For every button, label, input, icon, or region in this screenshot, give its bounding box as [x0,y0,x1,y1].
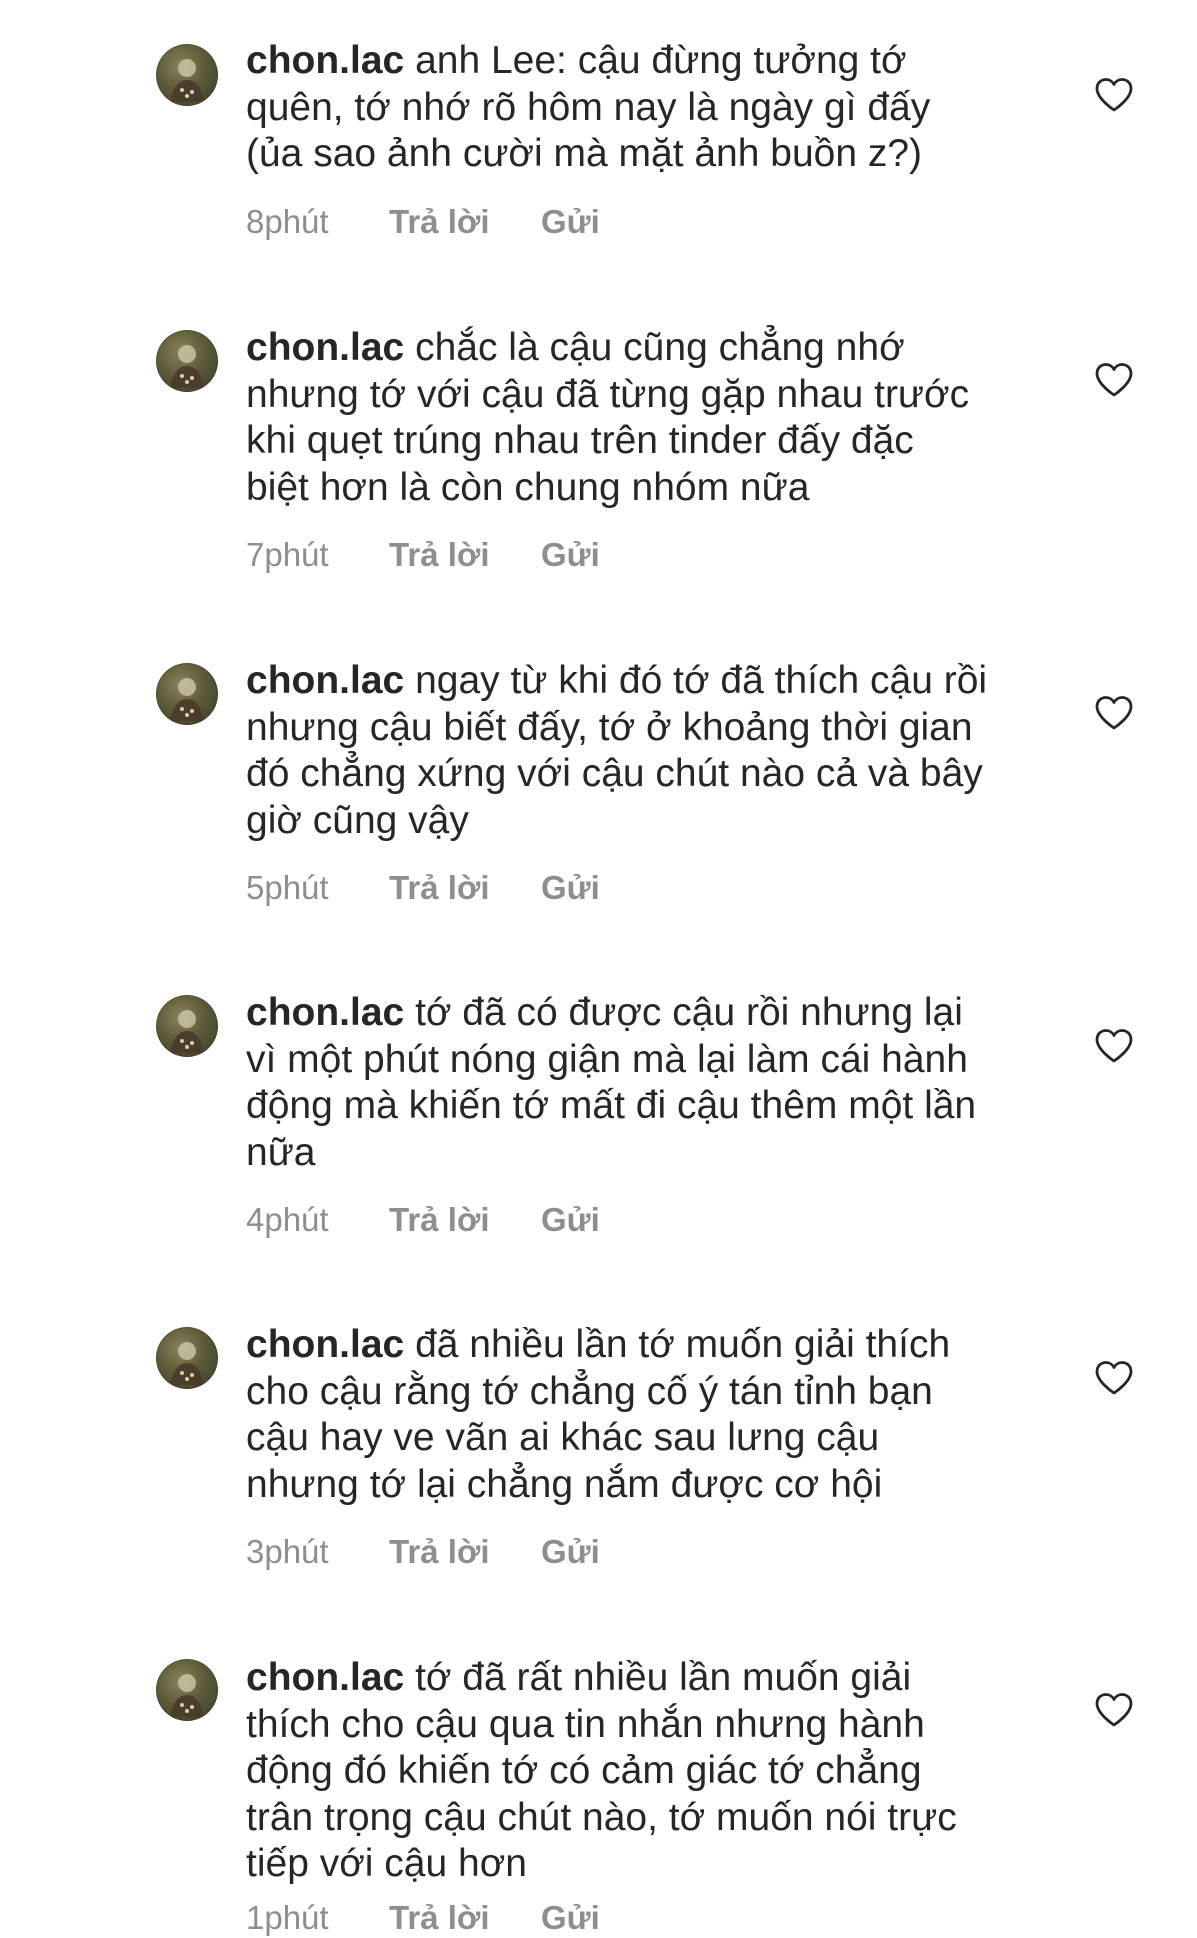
comment-line: trân trọng cậu chút nào, tớ muốn nói trự… [246,1795,957,1839]
comment-text: chon.lac anh Lee: cậu đừng tưởng tớ quên,… [246,38,1046,178]
avatar-photo-icon [170,345,204,388]
comment-username[interactable]: chon.lac [246,991,404,1034]
comment-line: tớ đã rất nhiều lần muốn giải [415,1656,912,1699]
comment-meta: 8phút Trả lời Gửi [246,202,600,242]
avatar[interactable] [156,1327,218,1389]
comment-time: 3phút [246,1533,329,1570]
send-button[interactable]: Gửi [541,1899,600,1937]
comment-text: chon.lac ngay từ khi đó tớ đã thích cậu … [246,658,1046,844]
comment-line: đó chẳng xứng với cậu chút nào cả và bây [246,752,983,795]
like-button[interactable] [1094,77,1134,113]
send-button[interactable]: Gửi [541,203,600,241]
comment-line: nữa [246,1130,316,1174]
reply-button[interactable]: Trả lời [389,536,541,574]
comment-line: ngay từ khi đó tớ đã thích cậu rồi [415,659,988,702]
comment-line: cậu hay ve vãn ai khác sau lưng cậu [246,1416,880,1459]
avatar[interactable] [156,1659,218,1721]
heart-outline-icon [1095,363,1133,397]
comment-line: đã nhiều lần tớ muốn giải thích [415,1323,951,1366]
comment-meta: 4phút Trả lời Gửi [246,1200,600,1240]
comment-text: chon.lac tớ đã rất nhiều lần muốn giải th… [246,1655,1046,1888]
send-button[interactable]: Gửi [541,1533,600,1571]
comment-meta: 5phút Trả lời Gửi [246,868,600,908]
comment-line: anh Lee: cậu đừng tưởng tớ [415,39,907,82]
reply-button[interactable]: Trả lời [389,869,541,907]
comment-username[interactable]: chon.lac [246,326,404,369]
comment-line: động mà khiến tớ mất đi cậu thêm một lần [246,1084,977,1127]
comment-text: chon.lac tớ đã có được cậu rồi nhưng lại… [246,990,1046,1176]
comment-username[interactable]: chon.lac [246,1323,404,1366]
comment-meta: 3phút Trả lời Gửi [246,1532,600,1572]
comment-username[interactable]: chon.lac [246,659,404,702]
comment-line: giờ cũng vậy [246,798,469,842]
comment-username[interactable]: chon.lac [246,39,404,82]
comment-line: biệt hơn là còn chung nhóm nữa [246,465,810,509]
send-button[interactable]: Gửi [541,869,600,907]
like-button[interactable] [1094,362,1134,398]
heart-outline-icon [1095,1693,1133,1727]
reply-button[interactable]: Trả lời [389,203,541,241]
comment-line: (ủa sao ảnh cười mà mặt ảnh buồn z?) [246,132,923,175]
reply-button[interactable]: Trả lời [389,1533,541,1571]
comment-line: nhưng tớ với cậu đã từng gặp nhau trước [246,372,970,416]
send-button[interactable]: Gửi [541,536,600,574]
comment-line: tiếp với cậu hơn [246,1842,527,1885]
comment-text: chon.lac đã nhiều lần tớ muốn giải thích… [246,1322,1046,1508]
comment-time: 5phút [246,869,329,906]
comment-username[interactable]: chon.lac [246,1656,404,1699]
send-button[interactable]: Gửi [541,1201,600,1239]
comment-line: tớ đã có được cậu rồi nhưng lại [415,991,963,1034]
comment-line: quên, tớ nhớ rõ hôm nay là ngày gì đấy [246,85,931,129]
comment-time: 1phút [246,1899,329,1936]
avatar[interactable] [156,663,218,725]
like-button[interactable] [1094,695,1134,731]
comment-time: 4phút [246,1201,329,1238]
comment-line: động đó khiến tớ có cảm giác tớ chẳng [246,1749,922,1792]
reply-button[interactable]: Trả lời [389,1899,541,1937]
comment-line: cho cậu rằng tớ chẳng cố ý tán tỉnh bạn [246,1369,933,1413]
heart-outline-icon [1095,1029,1133,1063]
like-button[interactable] [1094,1028,1134,1064]
avatar[interactable] [156,330,218,392]
avatar[interactable] [156,995,218,1057]
reply-button[interactable]: Trả lời [389,1201,541,1239]
avatar-photo-icon [170,678,204,721]
comment-line: khi quẹt trúng nhau trên tinder đấy đặc [246,419,914,462]
comment-meta: 7phút Trả lời Gửi [246,535,600,575]
comment-line: nhưng tớ lại chẳng nắm được cơ hội [246,1462,883,1506]
avatar[interactable] [156,44,218,106]
avatar-photo-icon [170,59,204,102]
heart-outline-icon [1095,78,1133,112]
like-button[interactable] [1094,1692,1134,1728]
avatar-photo-icon [170,1674,204,1717]
avatar-photo-icon [170,1010,204,1053]
heart-outline-icon [1095,696,1133,730]
comment-list: chon.lac anh Lee: cậu đừng tưởng tớ quên,… [0,0,1197,1936]
comment-line: chắc là cậu cũng chẳng nhớ [415,326,905,369]
comment-line: thích cho cậu qua tin nhắn nhưng hành [246,1702,925,1746]
comment-line: vì một phút nóng giận mà lại làm cái hàn… [246,1037,968,1081]
comment-time: 7phút [246,536,329,573]
comment-time: 8phút [246,203,329,240]
comment-line: nhưng cậu biết đấy, tớ ở khoảng thời gia… [246,705,973,749]
avatar-photo-icon [170,1342,204,1385]
comment-text: chon.lac chắc là cậu cũng chẳng nhớ nhưng… [246,325,1046,511]
heart-outline-icon [1095,1361,1133,1395]
like-button[interactable] [1094,1360,1134,1396]
comment-meta: 1phút Trả lời Gửi [246,1898,600,1938]
